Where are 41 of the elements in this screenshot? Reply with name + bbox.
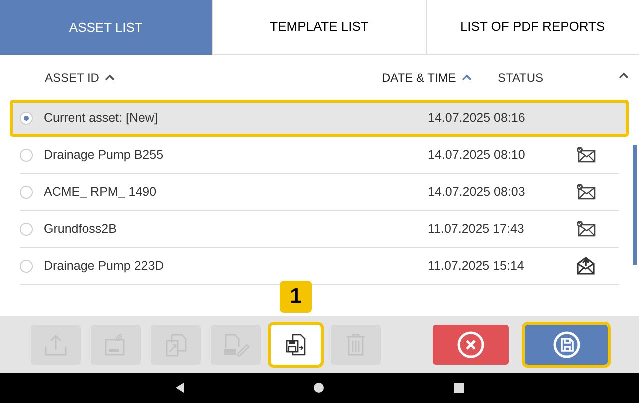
- tab[interactable]: TEMPLATE LIST: [212, 0, 426, 55]
- highlighted-row[interactable]: Current asset: [New] 14.07.2025 08:16: [10, 100, 629, 137]
- radio-button[interactable]: [20, 222, 33, 236]
- radio-button[interactable]: [20, 186, 33, 198]
- radio-button[interactable]: [20, 148, 33, 162]
- date-time: 14.07.2025 08:03: [428, 184, 526, 199]
- back-icon[interactable]: [174, 382, 185, 394]
- table-row[interactable]: Drainage Pump B255 14.07.2025 08:10: [20, 137, 619, 174]
- chevron-up-icon[interactable]: [105, 74, 116, 82]
- asset-id: Current asset: [New]: [44, 111, 158, 126]
- asset-id: Drainage Pump 223D: [44, 258, 164, 273]
- asset-id: ACME_ RPM_ 1490: [44, 184, 157, 199]
- column-header[interactable]: DATE & TIME: [382, 68, 456, 86]
- column-header[interactable]: STATUS: [498, 68, 544, 86]
- home-icon[interactable]: [314, 383, 324, 393]
- close-icon: [457, 330, 485, 358]
- chevron-up-icon[interactable]: [462, 74, 472, 82]
- radio-button[interactable]: [20, 260, 33, 272]
- asset-id: Drainage Pump B255: [44, 148, 164, 162]
- date-time: 11.07.2025 15:14: [428, 258, 524, 273]
- chevron-up-icon[interactable]: [619, 72, 629, 80]
- table-row[interactable]: ACME_ RPM_ 1490 14.07.2025 08:03: [20, 174, 619, 211]
- envelope-upload-icon: [576, 256, 596, 276]
- date-time: 14.07.2025 08:10: [428, 148, 526, 162]
- date-time: 14.07.2025 08:16: [428, 111, 526, 126]
- envelope-check-icon: [576, 220, 596, 238]
- envelope-check-icon: [576, 183, 596, 201]
- cancel-button[interactable]: [433, 324, 509, 364]
- column-header[interactable]: ASSET ID: [45, 68, 100, 86]
- copy-button[interactable]: [271, 324, 321, 364]
- tab[interactable]: ASSET LIST: [0, 0, 212, 55]
- table-row[interactable]: Grundfoss2B 11.07.2025 17:43: [20, 211, 619, 248]
- asset-id: Grundfoss2B: [44, 222, 117, 236]
- radio-button[interactable]: [20, 112, 33, 125]
- tab[interactable]: LIST OF PDF REPORTS: [426, 0, 639, 55]
- date-time: 11.07.2025 17:43: [428, 222, 524, 236]
- save-button[interactable]: [525, 324, 608, 364]
- save-icon: [552, 330, 580, 358]
- callout-number: 1: [280, 280, 312, 312]
- recents-icon[interactable]: [454, 383, 464, 393]
- envelope-check-icon: [576, 146, 596, 164]
